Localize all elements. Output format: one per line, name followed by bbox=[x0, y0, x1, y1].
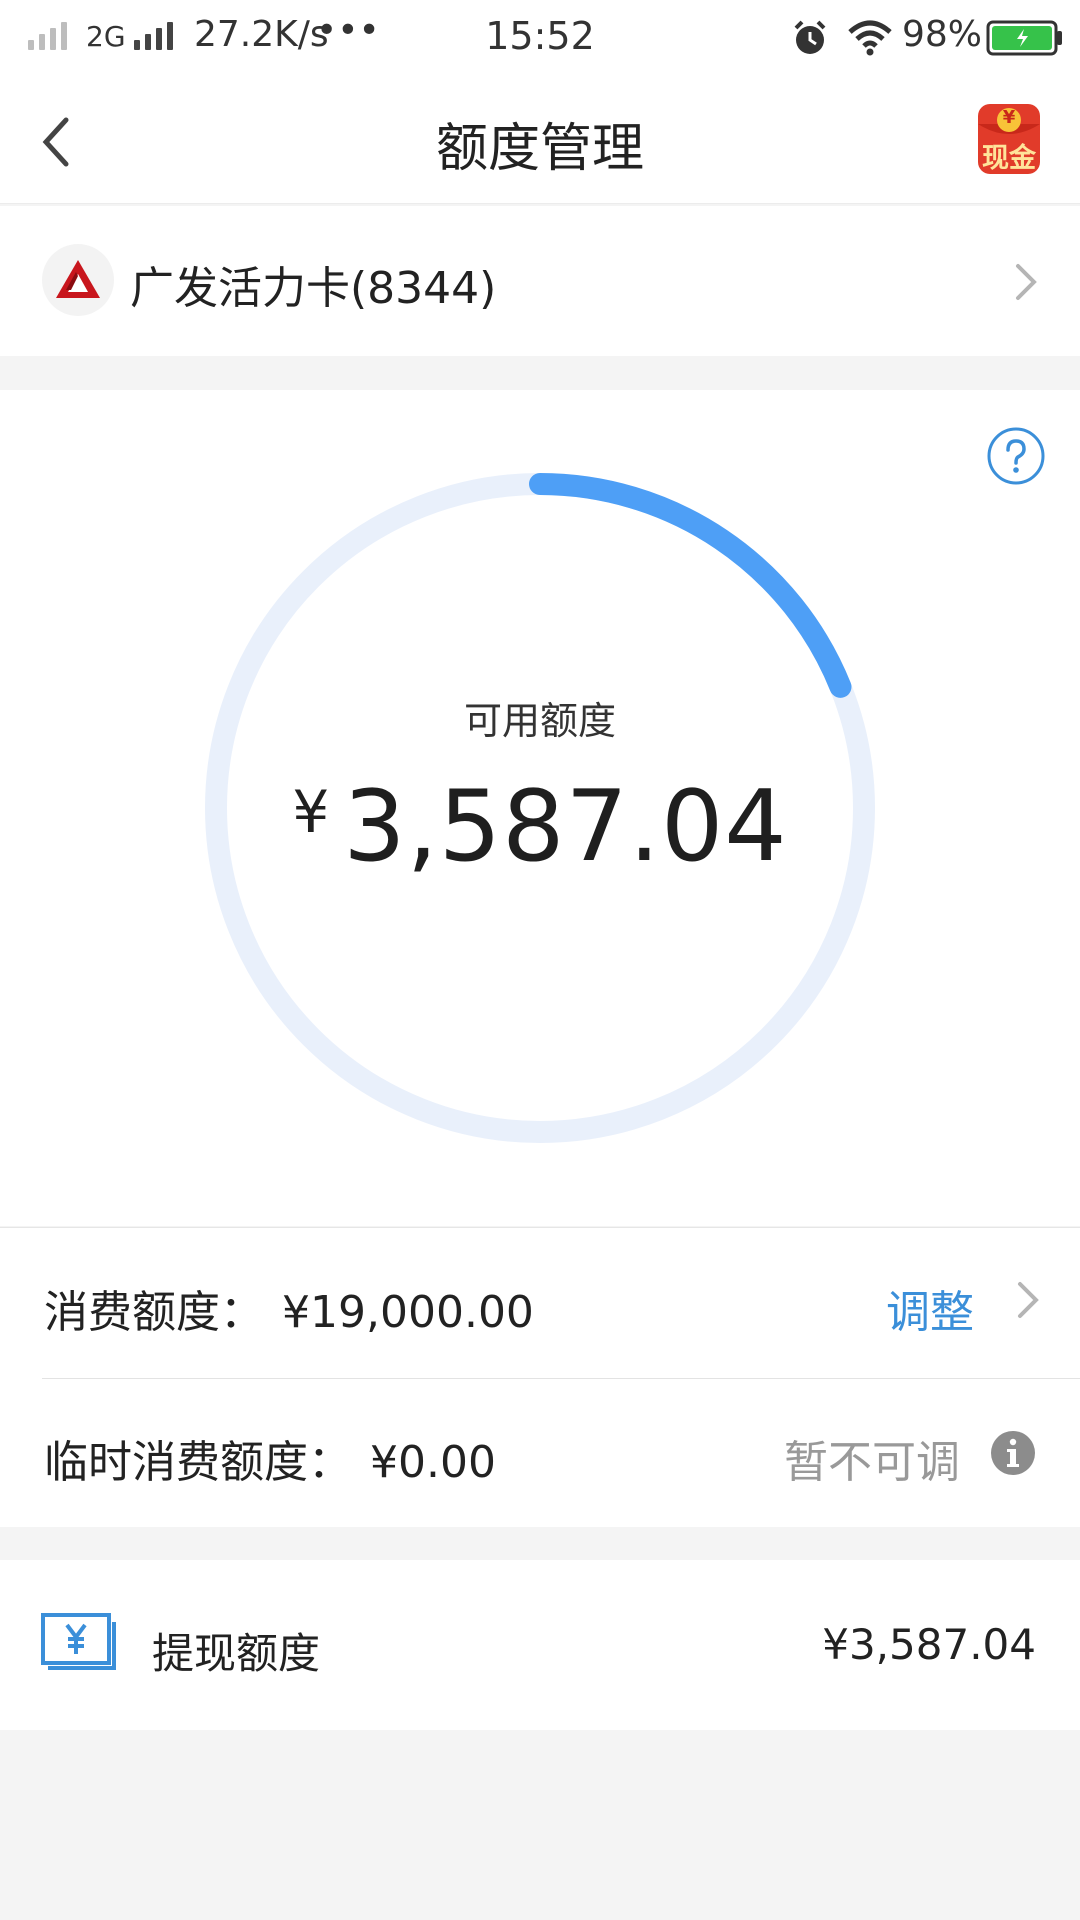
wifi-icon bbox=[848, 20, 892, 56]
info-icon[interactable] bbox=[990, 1430, 1036, 1476]
temp-limit-label: 临时消费额度： ¥0.00 bbox=[44, 1426, 496, 1490]
spend-limit-label: 消费额度： ¥19,000.00 bbox=[44, 1276, 534, 1340]
spend-limit-value: ¥19,000.00 bbox=[282, 1287, 534, 1338]
card-selector[interactable]: 广发活力卡(8344) bbox=[0, 206, 1080, 356]
alarm-icon bbox=[794, 20, 826, 54]
currency-symbol: ¥ bbox=[292, 778, 330, 846]
cash-limit-value: ¥3,587.04 bbox=[822, 1620, 1036, 1669]
question-icon[interactable] bbox=[986, 426, 1046, 486]
promo-badge-label: 现金 bbox=[982, 143, 1036, 174]
battery-percent: 98% bbox=[902, 14, 983, 55]
spend-limit-row[interactable]: 消费额度： ¥19,000.00 调整 bbox=[0, 1228, 1080, 1379]
chevron-right-icon bbox=[1018, 1282, 1039, 1318]
cash-limit-row[interactable]: 提现额度 ¥3,587.04 bbox=[0, 1560, 1080, 1730]
available-limit-label: 可用额度 bbox=[463, 699, 616, 743]
nav-bar: 额度管理 ¥ 现金 bbox=[0, 76, 1080, 204]
battery-icon bbox=[986, 20, 1062, 56]
chevron-right-icon bbox=[1016, 264, 1037, 300]
cash-promo-badge[interactable]: ¥ 现金 bbox=[974, 102, 1044, 176]
bank-logo-icon bbox=[42, 244, 114, 316]
temp-limit-status: 暂不可调 bbox=[784, 1437, 960, 1488]
available-limit-amount: ¥3,587.04 bbox=[0, 770, 1080, 884]
cash-note-icon bbox=[41, 1613, 116, 1670]
card-name: 广发活力卡(8344) bbox=[130, 263, 497, 314]
available-limit-value: 3,587.04 bbox=[343, 770, 788, 884]
promo-badge-symbol: ¥ bbox=[1002, 107, 1016, 128]
page-title: 额度管理 bbox=[435, 119, 644, 179]
gauge-fill bbox=[529, 473, 852, 698]
available-limit-panel: 可用额度 ¥3,587.04 bbox=[0, 390, 1080, 1226]
temp-limit-value: ¥0.00 bbox=[370, 1437, 496, 1488]
status-bar: 2G 27.2K/s ••• 15:52 98% bbox=[0, 0, 1080, 76]
temp-limit-row: 临时消费额度： ¥0.00 暂不可调 bbox=[0, 1378, 1080, 1528]
spend-limit-title: 消费额度： bbox=[44, 1287, 264, 1338]
cash-limit-label: 提现额度 bbox=[152, 1629, 321, 1678]
adjust-button[interactable]: 调整 bbox=[886, 1276, 974, 1340]
temp-limit-title: 临时消费额度： bbox=[44, 1437, 352, 1488]
limit-list: 消费额度： ¥19,000.00 调整 临时消费额度： ¥0.00 暂不可调 bbox=[0, 1227, 1080, 1527]
